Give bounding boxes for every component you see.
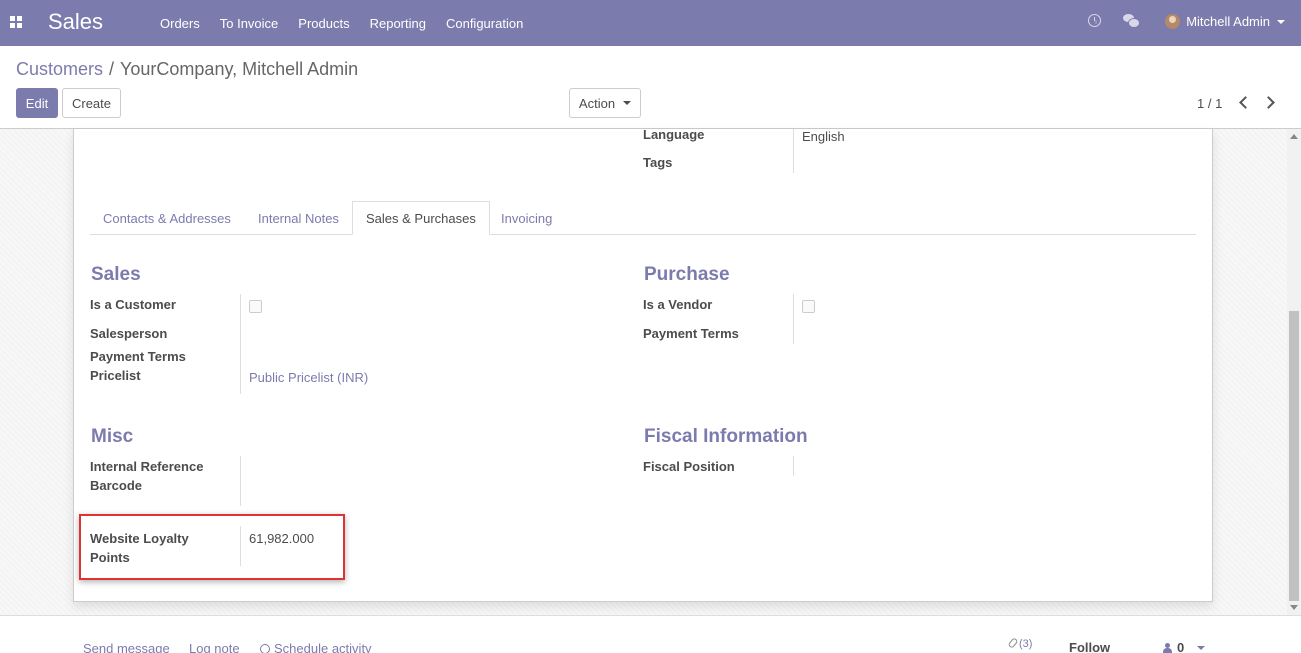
followers-button[interactable]: 0 — [1163, 640, 1206, 653]
user-menu[interactable]: Mitchell Admin — [1165, 14, 1285, 29]
menu-item-to-invoice[interactable]: To Invoice — [210, 16, 289, 31]
chatter-topbar: Send message Log note Schedule activity … — [0, 615, 1301, 653]
followers-count: 0 — [1177, 640, 1185, 653]
field-divider — [240, 526, 241, 566]
top-navbar: Sales Orders To Invoice Products Reporti… — [0, 0, 1301, 46]
chevron-left-icon[interactable] — [1239, 96, 1252, 109]
app-brand[interactable]: Sales — [48, 9, 103, 35]
fiscal-group-title: Fiscal Information — [644, 426, 808, 447]
schedule-activity-label: Schedule activity — [274, 641, 372, 653]
loyalty-points-label: Website Loyalty Points — [90, 529, 189, 567]
edit-button[interactable]: Edit — [16, 88, 58, 118]
menu-item-products[interactable]: Products — [288, 16, 359, 31]
salesperson-label: Salesperson — [90, 326, 168, 341]
loyalty-label-line1: Website Loyalty — [90, 531, 189, 546]
misc-group-title: Misc — [91, 426, 134, 447]
breadcrumb: Customers / YourCompany, Mitchell Admin — [16, 59, 358, 80]
purchase-group-title: Purchase — [644, 264, 730, 285]
send-message-button[interactable]: Send message — [83, 641, 170, 653]
breadcrumb-customers[interactable]: Customers — [16, 59, 103, 79]
menu-item-configuration[interactable]: Configuration — [436, 16, 533, 31]
field-divider — [793, 129, 794, 173]
pricelist-value[interactable]: Public Pricelist (INR) — [249, 370, 368, 385]
is-customer-checkbox[interactable] — [249, 300, 262, 313]
vertical-scrollbar[interactable] — [1287, 129, 1301, 615]
action-label: Action — [578, 95, 616, 111]
user-name: Mitchell Admin — [1186, 14, 1270, 29]
field-divider — [240, 456, 241, 506]
is-vendor-checkbox[interactable] — [802, 300, 815, 313]
chevron-right-icon[interactable] — [1262, 96, 1275, 109]
purchase-payment-terms-label: Payment Terms — [643, 326, 739, 341]
control-panel: Customers / YourCompany, Mitchell Admin Ed… — [0, 46, 1301, 129]
scrollbar-thumb[interactable] — [1289, 311, 1299, 601]
is-customer-label: Is a Customer — [90, 297, 176, 312]
field-divider — [793, 456, 794, 476]
loyalty-points-value[interactable]: 61,982.000 — [249, 531, 314, 546]
notebook-tabs: Contacts & Addresses Internal Notes Sale… — [90, 201, 1196, 235]
form-view: Language English Tags Contacts & Address… — [0, 127, 1301, 615]
user-icon — [1163, 642, 1172, 653]
breadcrumb-current: YourCompany, Mitchell Admin — [120, 59, 359, 79]
form-sheet: Language English Tags Contacts & Address… — [73, 127, 1213, 602]
pricelist-label: Pricelist — [90, 368, 141, 383]
clock-icon — [260, 644, 270, 653]
sales-payment-terms-label: Payment Terms — [90, 349, 186, 364]
avatar — [1165, 14, 1181, 29]
attachments-count: (3) — [1019, 638, 1033, 650]
attachments-button[interactable]: (3) — [1007, 637, 1033, 650]
tags-label: Tags — [643, 155, 673, 170]
tab-contacts-addresses[interactable]: Contacts & Addresses — [90, 201, 244, 235]
chevron-down-icon — [1197, 645, 1206, 650]
scroll-up-arrow-icon[interactable] — [1290, 134, 1298, 139]
fiscal-position-label: Fiscal Position — [643, 459, 735, 474]
apps-menu-icon[interactable] — [10, 16, 22, 28]
breadcrumb-separator: / — [109, 59, 115, 79]
log-note-button[interactable]: Log note — [189, 641, 240, 653]
chat-icon[interactable] — [1123, 14, 1140, 28]
field-divider — [240, 294, 241, 394]
follow-button[interactable]: Follow — [1069, 640, 1110, 653]
barcode-label: Barcode — [90, 478, 143, 493]
is-vendor-label: Is a Vendor — [643, 297, 713, 312]
tab-internal-notes[interactable]: Internal Notes — [245, 201, 352, 235]
action-dropdown[interactable]: Action — [569, 88, 641, 118]
language-label: Language — [643, 127, 705, 142]
loyalty-label-line2: Points — [90, 550, 130, 565]
create-button[interactable]: Create — [62, 88, 121, 118]
chevron-down-icon — [1277, 19, 1285, 24]
main-menu: Orders To Invoice Products Reporting Con… — [150, 0, 533, 46]
field-divider — [793, 294, 794, 344]
clock-icon[interactable] — [1088, 14, 1101, 27]
tab-invoicing[interactable]: Invoicing — [488, 201, 565, 235]
internal-reference-label: Internal Reference — [90, 459, 204, 474]
pager-value[interactable]: 1 / 1 — [1197, 96, 1222, 111]
menu-item-reporting[interactable]: Reporting — [360, 16, 436, 31]
schedule-activity-button[interactable]: Schedule activity — [260, 641, 372, 653]
tab-sales-purchases[interactable]: Sales & Purchases — [352, 201, 490, 235]
chevron-down-icon — [623, 101, 632, 105]
paperclip-icon — [1007, 637, 1019, 649]
menu-item-orders[interactable]: Orders — [150, 16, 210, 31]
scroll-down-arrow-icon[interactable] — [1290, 605, 1298, 610]
sales-group-title: Sales — [91, 264, 141, 285]
language-value[interactable]: English — [802, 129, 845, 144]
